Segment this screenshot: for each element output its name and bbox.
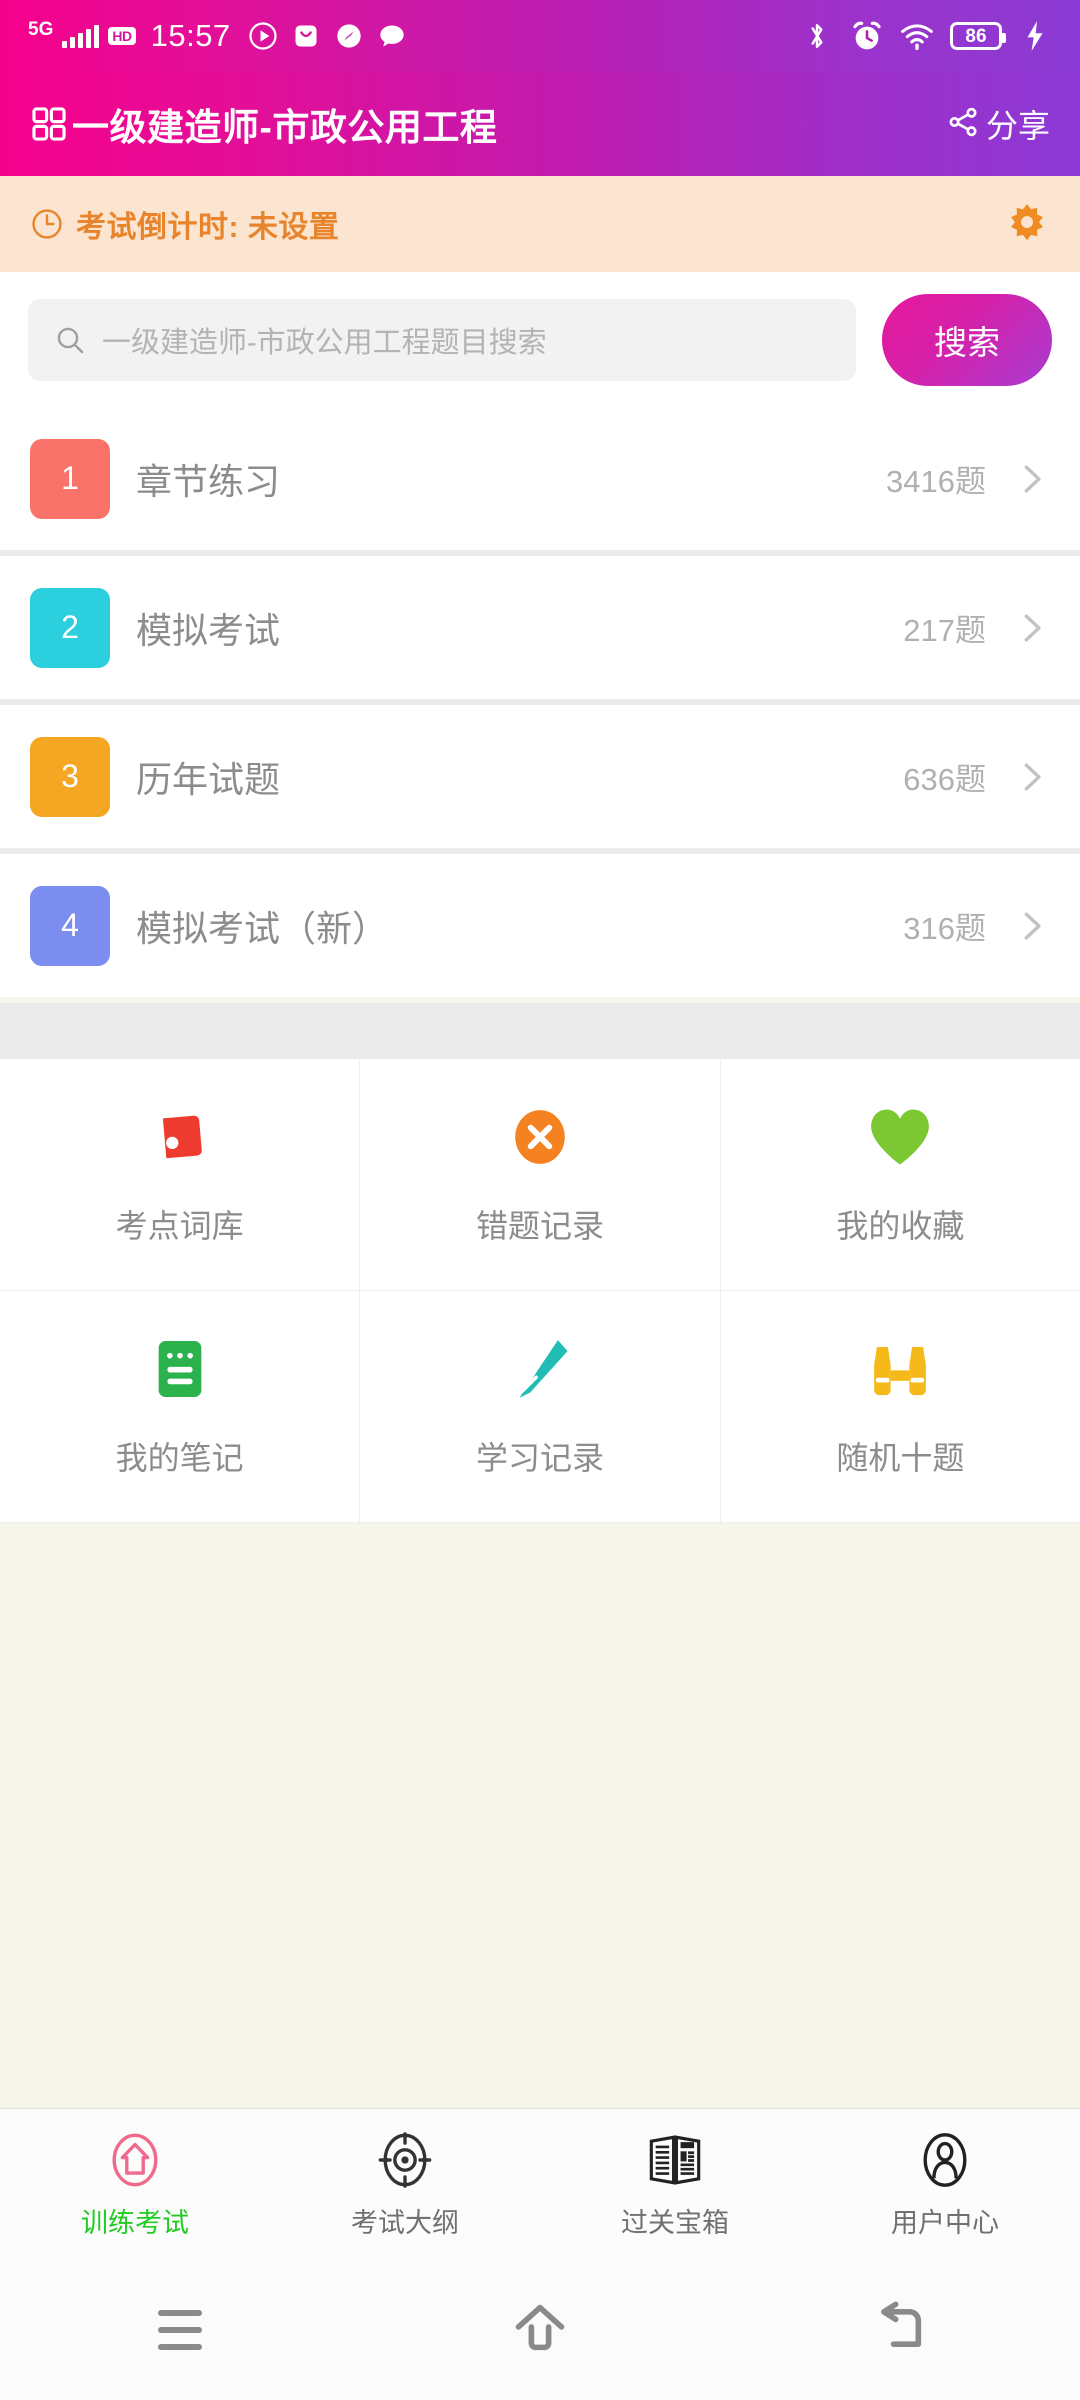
page-title: 一级建造师-市政公用工程: [72, 107, 498, 148]
chevron-right-icon: [1012, 609, 1050, 647]
tool-grid: 考点词库 错题记录 我的收藏 我的笔记 学习记录 随机十题: [0, 1059, 1080, 1523]
list-item[interactable]: 2 模拟考试 217题: [0, 556, 1080, 699]
nav-item-exam-outline[interactable]: 考试大纲: [270, 2109, 540, 2260]
share-label: 分享: [985, 108, 1050, 144]
recents-button[interactable]: [0, 2310, 360, 2350]
search-icon: [54, 324, 86, 356]
tool-item-label: 学习记录: [475, 1439, 604, 1476]
search-input[interactable]: 一级建造师-市政公用工程题目搜索: [28, 298, 856, 381]
play-icon: [246, 19, 280, 53]
battery-level-label: 86: [965, 25, 987, 47]
menu-icon: [158, 2310, 202, 2350]
page-background-filler: [0, 1523, 1080, 2023]
home-icon: [104, 2129, 166, 2191]
tool-item-random-ten[interactable]: 随机十题: [720, 1291, 1080, 1523]
list-item-count: 316题: [903, 911, 986, 946]
nav-item-training-exam[interactable]: 训练考试: [0, 2109, 270, 2260]
practice-list: 1 章节练习 3416题 2 模拟考试 217题 3 历年试题 636题 4 模…: [0, 407, 1080, 997]
list-item-count: 636题: [903, 762, 986, 797]
list-item-label: 模拟考试（新）: [136, 907, 389, 949]
tool-item-my-favorites[interactable]: 我的收藏: [720, 1059, 1080, 1291]
signal-bars-icon: [62, 24, 100, 48]
search-placeholder: 一级建造师-市政公用工程题目搜索: [102, 326, 547, 359]
hd-badge: HD: [108, 27, 136, 45]
chevron-right-icon: [1012, 460, 1050, 498]
status-bar-clock: 15:57: [150, 18, 231, 53]
list-item-number: 1: [30, 438, 110, 519]
pen-icon: [506, 1335, 574, 1403]
exam-countdown-banner[interactable]: 考试倒计时: 未设置: [0, 176, 1080, 272]
home-arrow-icon: [512, 2301, 568, 2360]
nav-item-pass-treasure[interactable]: 过关宝箱: [540, 2109, 810, 2260]
tool-item-label: 我的笔记: [115, 1439, 244, 1476]
tool-item-keyword-library[interactable]: 考点词库: [0, 1059, 361, 1291]
list-item-number: 4: [30, 885, 110, 966]
share-icon: [946, 105, 980, 144]
list-item[interactable]: 4 模拟考试（新） 316题: [0, 854, 1080, 997]
nav-item-label: 用户中心: [891, 2208, 999, 2238]
battery-indicator: 86: [950, 22, 1006, 50]
android-system-nav: [0, 2260, 1080, 2400]
binoculars-icon: [866, 1335, 934, 1403]
tool-item-label: 考点词库: [115, 1207, 244, 1244]
clock-icon: [30, 207, 64, 241]
chevron-right-icon: [1012, 758, 1050, 796]
app-title-bar: 一级建造师-市政公用工程 分享: [0, 72, 1080, 176]
tool-item-label: 错题记录: [475, 1207, 604, 1244]
tool-item-wrong-answers[interactable]: 错题记录: [360, 1059, 721, 1291]
x-circle-icon: [506, 1103, 574, 1171]
person-icon: [914, 2129, 976, 2191]
alarm-icon: [850, 19, 884, 53]
app-root: 5G HD 15:57 86 一级建造师-市政公用工程 分享 考试倒计时: 未设…: [0, 0, 1080, 2400]
tag-icon: [146, 1103, 214, 1171]
wifi-icon: [900, 19, 934, 53]
status-bar: 5G HD 15:57 86: [0, 0, 1080, 72]
list-item-label: 历年试题: [136, 758, 281, 800]
compass-icon: [332, 19, 366, 53]
back-button[interactable]: [720, 2301, 1080, 2360]
charging-bolt-icon: [1018, 19, 1052, 53]
list-item-count: 3416题: [886, 464, 986, 499]
bluetooth-icon: [800, 19, 834, 53]
nav-item-label: 考试大纲: [351, 2208, 459, 2238]
search-row: 一级建造师-市政公用工程题目搜索 搜索: [0, 272, 1080, 407]
tool-grid-row: 我的笔记 学习记录 随机十题: [0, 1291, 1080, 1523]
list-item-number: 2: [30, 587, 110, 668]
nav-item-label: 过关宝箱: [621, 2208, 729, 2238]
target-icon: [374, 2129, 436, 2191]
chevron-right-icon: [1012, 907, 1050, 945]
section-divider: [0, 1003, 1080, 1059]
tool-item-study-record[interactable]: 学习记录: [360, 1291, 721, 1523]
tool-grid-row: 考点词库 错题记录 我的收藏: [0, 1059, 1080, 1291]
status-bar-left: 5G HD 15:57: [28, 18, 409, 54]
list-item-number: 3: [30, 736, 110, 817]
search-button[interactable]: 搜索: [882, 293, 1052, 386]
list-item-label: 模拟考试: [136, 609, 281, 651]
gear-icon[interactable]: [1004, 201, 1050, 247]
share-button[interactable]: 分享: [946, 101, 1050, 147]
notebook-icon: [146, 1335, 214, 1403]
book-icon: [644, 2129, 706, 2191]
list-item[interactable]: 3 历年试题 636题: [0, 705, 1080, 848]
bottom-navigation: 训练考试 考试大纲 过关宝箱 用户中心: [0, 2108, 1080, 2260]
countdown-text: 考试倒计时: 未设置: [76, 211, 340, 244]
list-item-count: 217题: [903, 613, 986, 648]
nav-item-user-center[interactable]: 用户中心: [810, 2109, 1080, 2260]
status-bar-right: 86: [800, 19, 1052, 53]
tool-item-label: 随机十题: [836, 1439, 965, 1476]
list-item[interactable]: 1 章节练习 3416题: [0, 407, 1080, 550]
tool-item-my-notes[interactable]: 我的笔记: [0, 1291, 361, 1523]
mail-icon: [289, 19, 323, 53]
grid-icon[interactable]: [30, 105, 68, 143]
chat-icon: [375, 19, 409, 53]
heart-icon: [866, 1103, 934, 1171]
back-arrow-icon: [872, 2301, 928, 2360]
nav-item-label: 训练考试: [81, 2208, 189, 2238]
tool-item-label: 我的收藏: [836, 1207, 965, 1244]
home-button[interactable]: [360, 2301, 720, 2360]
network-type-label: 5G: [28, 18, 54, 40]
list-item-label: 章节练习: [136, 460, 281, 502]
